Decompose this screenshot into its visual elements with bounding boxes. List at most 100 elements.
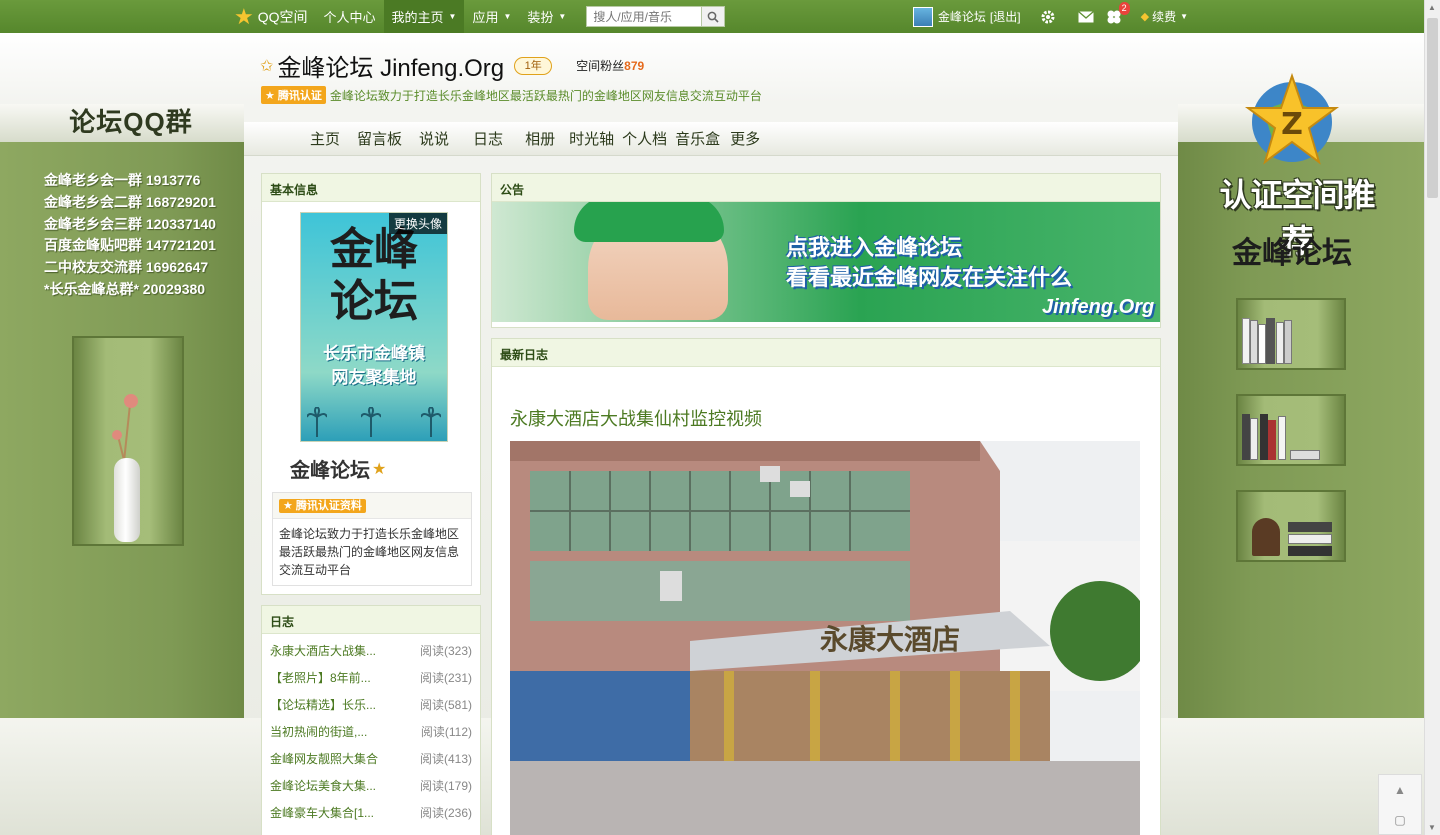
tab-blog[interactable]: 日志	[473, 128, 503, 149]
tab-album[interactable]: 相册	[525, 128, 555, 149]
notification-badge: 2	[1118, 1, 1130, 15]
module-title: 日志	[262, 606, 480, 634]
qzone-topbar: ★QQ空间 个人中心 我的主页▼ 应用▼ 装扮▼ 金峰论坛 [退出] 2 ◆续费…	[0, 0, 1424, 33]
gear-icon	[1041, 10, 1055, 23]
post-photo[interactable]: 永康大酒店	[510, 441, 1140, 835]
mail-icon	[1077, 10, 1094, 22]
back-to-top-button[interactable]: ▲	[1379, 775, 1421, 805]
tab-timeline[interactable]: 时光轴	[569, 128, 614, 149]
certified-star-icon: Z	[1244, 72, 1340, 165]
mail-button[interactable]	[1075, 6, 1097, 28]
module-title: 基本信息	[262, 174, 480, 202]
list-item: 金峰论坛美食大集... 阅读(179)	[270, 773, 472, 800]
star-icon: ✩	[260, 57, 274, 75]
tab-shuoshuo[interactable]: 说说	[419, 128, 449, 149]
svg-text:Z: Z	[1281, 107, 1303, 142]
search-input[interactable]	[586, 6, 702, 27]
read-count: 阅读(323)	[419, 644, 472, 658]
blog-list-module: 日志 永康大酒店大战集... 阅读(323) 【老照片】8年前... 阅读(231)…	[261, 605, 481, 835]
blog-title-link[interactable]: 【论坛精选】长乐...	[270, 692, 376, 719]
blog-list: 永康大酒店大战集... 阅读(323) 【老照片】8年前... 阅读(231) 【论…	[262, 634, 480, 827]
scroll-down-icon: ▼	[1428, 823, 1436, 832]
blog-title-link[interactable]: 金峰豪车大集合[1...	[270, 800, 374, 827]
hotel-sign-text: 永康大酒店	[820, 623, 960, 656]
star-icon: ★	[372, 460, 387, 478]
list-item: 永康大酒店大战集... 阅读(323)	[270, 638, 472, 665]
tab-message-board[interactable]: 留言板	[357, 128, 402, 149]
bookcase	[1236, 490, 1346, 562]
blog-title-link[interactable]: 【老照片】8年前...	[270, 665, 371, 692]
forum-banner[interactable]: 点我进入金峰论坛 看看最近金峰网友在关注什么 Jinfeng.Org	[492, 202, 1160, 322]
tab-home[interactable]: 主页	[310, 128, 340, 149]
qq-group-item: *长乐金峰总群* 20029380	[44, 280, 206, 297]
recommend-sub: 金峰论坛	[1232, 236, 1352, 271]
read-count: 阅读(179)	[419, 779, 472, 793]
module-title: 公告	[492, 174, 1160, 202]
qq-group-item: 金峰老乡会二群 168729201	[44, 193, 216, 210]
list-item: 【论坛精选】长乐... 阅读(581)	[270, 692, 472, 719]
flower-icon	[124, 394, 138, 408]
list-item: 【老照片】8年前... 阅读(231)	[270, 665, 472, 692]
palm-tree-icon	[421, 407, 441, 437]
read-count: 阅读(231)	[419, 671, 472, 685]
chevron-down-icon: ▼	[1180, 12, 1188, 21]
nav-apps[interactable]: 应用 ▼	[464, 0, 519, 33]
search-button[interactable]	[701, 6, 726, 27]
avatar[interactable]	[912, 6, 933, 27]
read-count: 阅读(413)	[419, 752, 472, 766]
read-count: 阅读(112)	[420, 725, 472, 739]
user-name[interactable]: 金峰论坛	[938, 8, 986, 25]
scrollbar-thumb[interactable]	[1427, 18, 1438, 198]
list-item: 金峰网友靓照大集合 阅读(413)	[270, 746, 472, 773]
qq-group-item: 百度金峰贴吧群 147721201	[44, 237, 216, 254]
notification-button[interactable]: 2	[1103, 1, 1130, 28]
feedback-button[interactable]: ▢	[1379, 805, 1421, 835]
arrow-up-icon: ▲	[1394, 783, 1406, 797]
space-name: 金峰论坛 Jinfeng.Org	[277, 55, 505, 82]
renew-button[interactable]: ◆ 续费 ▼	[1141, 8, 1188, 25]
tab-music[interactable]: 音乐盒	[675, 128, 720, 149]
change-avatar-button[interactable]: 更换头像	[388, 213, 447, 234]
blog-title-link[interactable]: 当初热闹的街道,...	[270, 719, 367, 746]
qq-group-item: 金峰老乡会三群 120337140	[44, 215, 216, 232]
settings-button[interactable]	[1037, 6, 1059, 28]
list-item: 当初热闹的街道,... 阅读(112)	[270, 719, 472, 746]
notice-module: 公告 点我进入金峰论坛 看看最近金峰网友在关注什么 Jinfeng.Org	[491, 173, 1161, 328]
bookcase	[1236, 394, 1346, 466]
cert-info-badge[interactable]: ★ 腾讯认证资料	[279, 499, 366, 513]
latest-blog-module: 最新日志 永康大酒店大战集仙村监控视频 永康大酒店	[491, 338, 1161, 835]
chevron-down-icon: ▼	[558, 12, 567, 21]
qq-group-item: 二中校友交流群 16962647	[44, 259, 209, 276]
list-item: 金峰豪车大集合[1... 阅读(236)	[270, 800, 472, 827]
post-title-link[interactable]: 永康大酒店大战集仙村监控视频	[510, 405, 762, 431]
qzone-logo[interactable]: ★ QQ空间	[234, 0, 308, 33]
cert-card-head: ★ 腾讯认证资料	[273, 493, 471, 519]
diamond-icon: ◆	[1140, 11, 1150, 23]
chevron-down-icon: ▼	[448, 12, 457, 21]
vase-icon	[114, 458, 140, 542]
side-tools: ▲ ▢	[1378, 774, 1422, 835]
palm-tree-icon	[307, 407, 327, 437]
flower-icon	[112, 430, 122, 440]
blog-title-link[interactable]: 永康大酒店大战集...	[270, 638, 376, 665]
module-title: 最新日志	[492, 339, 1160, 367]
years-badge: 1年	[514, 56, 553, 75]
read-count: 阅读(581)	[419, 698, 472, 712]
nav-decorate[interactable]: 装扮 ▼	[519, 0, 574, 33]
nav-my-home[interactable]: 我的主页 ▼	[383, 0, 465, 33]
chevron-down-icon: ▼	[503, 12, 512, 21]
nav-personal-center[interactable]: 个人中心	[316, 0, 384, 33]
qq-group-list: 金峰老乡会一群 1913776 金峰老乡会二群 168729201 金峰老乡会三…	[44, 170, 234, 301]
search-box	[586, 6, 726, 27]
logout-link[interactable]: [退出]	[990, 8, 1021, 25]
blog-title-link[interactable]: 金峰论坛美食大集...	[270, 773, 376, 800]
banner-cap-image	[574, 202, 724, 242]
tab-more[interactable]: 更多	[730, 128, 760, 149]
fans-count[interactable]: 空间粉丝879	[576, 57, 644, 74]
tab-profile[interactable]: 个人档	[622, 128, 667, 149]
cert-badge[interactable]: ★ 腾讯认证	[261, 86, 326, 104]
cert-card-body: 金峰论坛致力于打造长乐金峰地区最活跃最热门的金峰地区网友信息交流互动平台	[279, 527, 460, 577]
blog-title-link[interactable]: 金峰网友靓照大集合	[270, 746, 378, 773]
profile-avatar[interactable]: 金峰 论坛 长乐市金峰镇 网友聚集地 更换头像	[300, 212, 448, 442]
scrollbar[interactable]: ▲ ▼	[1424, 0, 1440, 835]
